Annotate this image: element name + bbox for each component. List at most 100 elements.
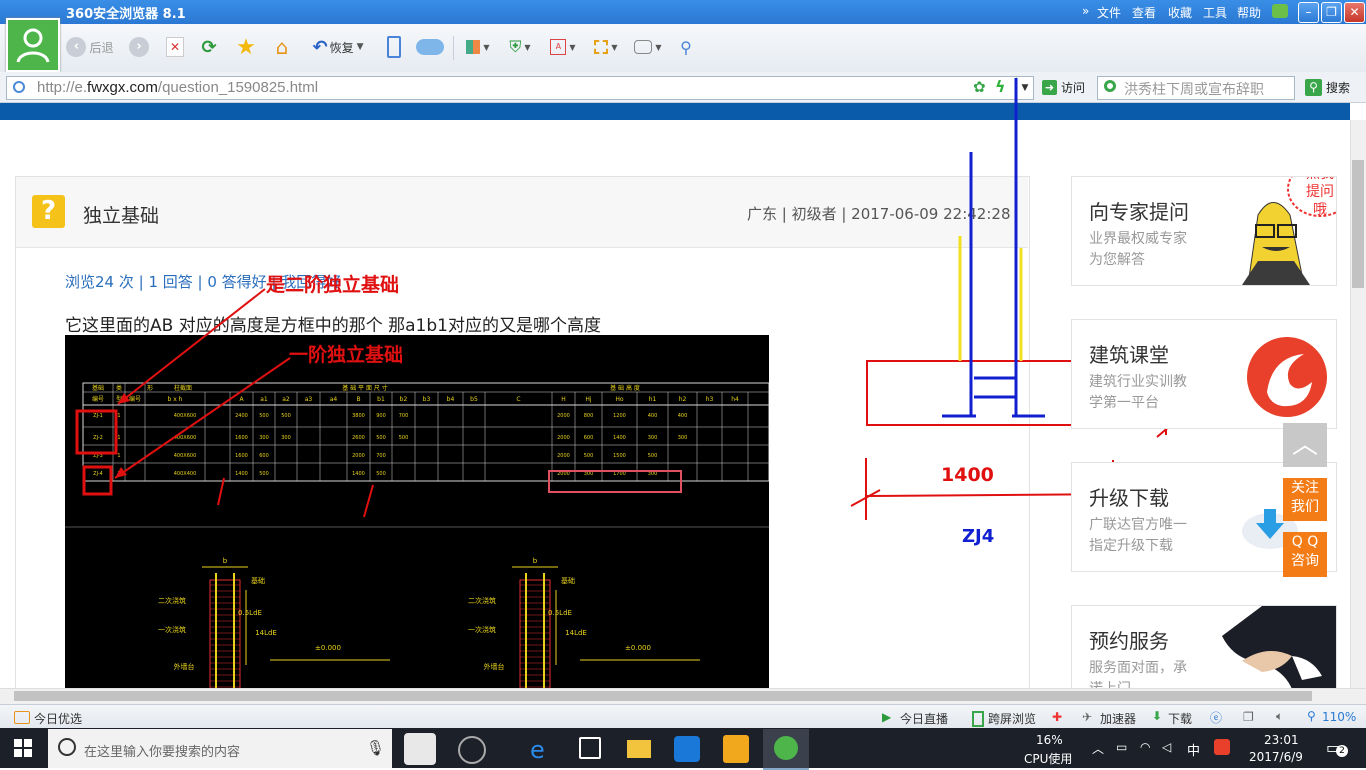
sidebar-ask-expert[interactable]: 向专家提问 业界最权威专家 为您解答 点我提问哦 xyxy=(1071,176,1337,286)
back-button[interactable]: ‹ 后退 xyxy=(64,36,116,58)
taskbar-search-input[interactable]: 在这里输入你要搜索的内容 🎙︎ xyxy=(48,729,392,768)
sogou-icon[interactable] xyxy=(1214,739,1230,755)
status-zoom[interactable]: 110% xyxy=(1322,710,1356,724)
glodon-app-icon[interactable] xyxy=(674,736,700,762)
clock-date[interactable]: 2017/6/9 xyxy=(1249,750,1303,764)
cad-subheader-text: H xyxy=(561,396,566,403)
maximize-button[interactable]: ❐ xyxy=(1321,2,1342,23)
wifi-icon[interactable]: ◠ xyxy=(1140,740,1150,754)
notification-button[interactable]: ▭ 2 xyxy=(1326,738,1348,757)
status-cross-screen[interactable]: 跨屏浏览 xyxy=(988,710,1036,727)
security-button[interactable]: ⛨ ▼ xyxy=(504,36,536,58)
menu-help[interactable]: 帮助 xyxy=(1237,4,1261,21)
address-bar[interactable]: http://e.fwxgx.com/question_1590825.html… xyxy=(6,76,1034,100)
toolbar-divider xyxy=(453,36,454,60)
plus-icon[interactable]: ✚ xyxy=(1052,710,1062,724)
cad-detail-label: 14LdE xyxy=(255,629,277,637)
url-text[interactable]: http://e.fwxgx.com/question_1590825.html xyxy=(37,79,318,96)
cad-header-text: 基 础 高 度 xyxy=(610,384,640,392)
visit-button[interactable]: ➜ 访问 xyxy=(1042,79,1085,96)
notes-app-icon[interactable] xyxy=(723,735,749,763)
sidebar-title: 建筑课堂 xyxy=(1089,343,1169,367)
mobile-button[interactable] xyxy=(384,36,404,58)
chevron-up-icon: ︿ xyxy=(1291,430,1318,460)
refresh-button[interactable]: ⟳ xyxy=(198,36,220,58)
menu-favorites[interactable]: 收藏 xyxy=(1168,4,1192,21)
status-accelerator[interactable]: 加速器 xyxy=(1100,710,1136,727)
volume-icon[interactable]: ◁ xyxy=(1162,740,1171,754)
screenshot-button[interactable]: ▼ xyxy=(590,36,622,58)
vertical-scroll-thumb[interactable] xyxy=(1352,160,1364,288)
url-dropdown-icon[interactable]: ▼ xyxy=(1016,77,1033,99)
ime-indicator[interactable]: 中 xyxy=(1187,740,1200,759)
cad-cell-text: ZJ-4 xyxy=(93,471,103,477)
cad-cell-text: 2400 xyxy=(235,413,248,419)
browser-title-bar: 360安全浏览器 8.1 » 文件 查看 收藏 工具 帮助 – ❐ ✕ xyxy=(0,0,1366,24)
menu-chevron-icon[interactable]: » xyxy=(1082,4,1089,18)
restore-button[interactable]: ↶ 恢复 ▼ xyxy=(305,36,371,58)
qq-consult-button[interactable]: Q Q 咨询 xyxy=(1283,532,1327,577)
taskbar-app-browser-360[interactable] xyxy=(458,736,486,764)
cad-drawing-image[interactable]: 基础类形柱截面基 础 平 面 尺 寸基 础 高 度编号型编号 b x h Aa1 a2… xyxy=(65,335,769,688)
cad-cell-text: 400 xyxy=(678,413,688,419)
status-today-picks[interactable]: 今日优选 xyxy=(34,710,82,727)
close-window-button[interactable]: ✕ xyxy=(1344,2,1365,23)
home-button[interactable]: ⌂ xyxy=(269,35,295,59)
cad-subheader-text: a1 xyxy=(260,396,268,403)
cad-cell-text: ZJ-2 xyxy=(93,435,103,441)
status-live[interactable]: 今日直播 xyxy=(900,710,948,727)
chevron-down-icon: ▼ xyxy=(356,42,364,52)
browser-status-bar: 今日优选 ▶ 今日直播 跨屏浏览 ✚ ✈ 加速器 ⬇ 下载 ⓔ ❐ 🔈︎ ⚲ 1… xyxy=(0,704,1366,729)
forward-button[interactable]: › xyxy=(127,36,151,58)
cad-header-text: 形 xyxy=(147,384,153,392)
search-input[interactable]: 洪秀柱下周或宣布辞职 xyxy=(1097,76,1295,100)
sidebar-sub: 为您解答 xyxy=(1089,252,1145,268)
ie-icon[interactable]: ⓔ xyxy=(1210,709,1222,726)
cad-subheader-text: b4 xyxy=(447,396,455,403)
window-icon[interactable]: ❐ xyxy=(1243,710,1254,724)
edge-icon[interactable]: e xyxy=(530,736,545,764)
sidebar-appointment[interactable]: 预约服务 服务面对面，承 诺上门 xyxy=(1071,605,1337,689)
status-download[interactable]: 下载 xyxy=(1168,710,1192,727)
bubble-line: 点我 xyxy=(1306,177,1334,182)
cad-cell-text: 500 xyxy=(259,471,269,477)
find-button[interactable]: ⚲ xyxy=(675,36,697,58)
game-button[interactable]: ▼ xyxy=(632,36,664,58)
menu-view[interactable]: 查看 xyxy=(1132,4,1156,21)
stop-button[interactable]: ✕ xyxy=(164,36,186,58)
speaker-icon[interactable]: 🔈︎ xyxy=(1276,709,1283,724)
tray-chevron-up-icon[interactable]: ︿ xyxy=(1092,740,1104,757)
search-button[interactable]: ⚲ 搜索 xyxy=(1305,79,1350,96)
cad-cell-text: 2000 xyxy=(557,471,570,477)
cad-subheader-text: a3 xyxy=(305,396,313,403)
explorer-folder-icon[interactable] xyxy=(627,740,651,758)
taskbar-app-taskview[interactable] xyxy=(404,733,436,765)
cad-cell-text: 300 xyxy=(259,435,269,441)
cad-detail-label: 14LdE xyxy=(565,629,587,637)
cad-cell-text: 500 xyxy=(376,435,386,441)
back-to-top-button[interactable]: ︿ xyxy=(1283,423,1327,467)
sidebar-building-class[interactable]: 建筑课堂 建筑行业实训教 学第一平台 xyxy=(1071,319,1337,429)
user-avatar[interactable] xyxy=(6,18,60,72)
minimize-button[interactable]: – xyxy=(1298,2,1319,23)
cloud-button[interactable] xyxy=(414,36,446,58)
mascot-bubble-text[interactable]: 点我提问哦 xyxy=(1304,177,1336,219)
favorite-button[interactable]: ★ xyxy=(233,35,259,60)
apps-button[interactable]: ▼ xyxy=(462,36,494,58)
menu-file[interactable]: 文件 xyxy=(1097,4,1121,21)
clock-time[interactable]: 23:01 xyxy=(1264,733,1299,747)
microphone-icon[interactable]: 🎙︎ xyxy=(366,739,385,757)
menu-tools[interactable]: 工具 xyxy=(1203,4,1227,21)
shirt-icon[interactable] xyxy=(1272,4,1288,18)
taskbar-active-app[interactable] xyxy=(763,729,809,770)
lightning-icon[interactable]: ϟ xyxy=(995,77,1006,96)
horizontal-scroll-thumb[interactable] xyxy=(14,691,1312,701)
store-icon[interactable] xyxy=(579,737,601,759)
sidebar-sub: 学第一平台 xyxy=(1089,395,1159,411)
start-button[interactable] xyxy=(14,739,32,761)
translate-button[interactable]: A ▼ xyxy=(547,36,579,58)
recycle-icon[interactable]: ✿ xyxy=(973,78,986,96)
network-icon[interactable]: ▭ xyxy=(1116,740,1127,754)
follow-us-button[interactable]: 关注 我们 xyxy=(1283,478,1327,521)
cad-cell-text: 400X400 xyxy=(174,471,197,477)
